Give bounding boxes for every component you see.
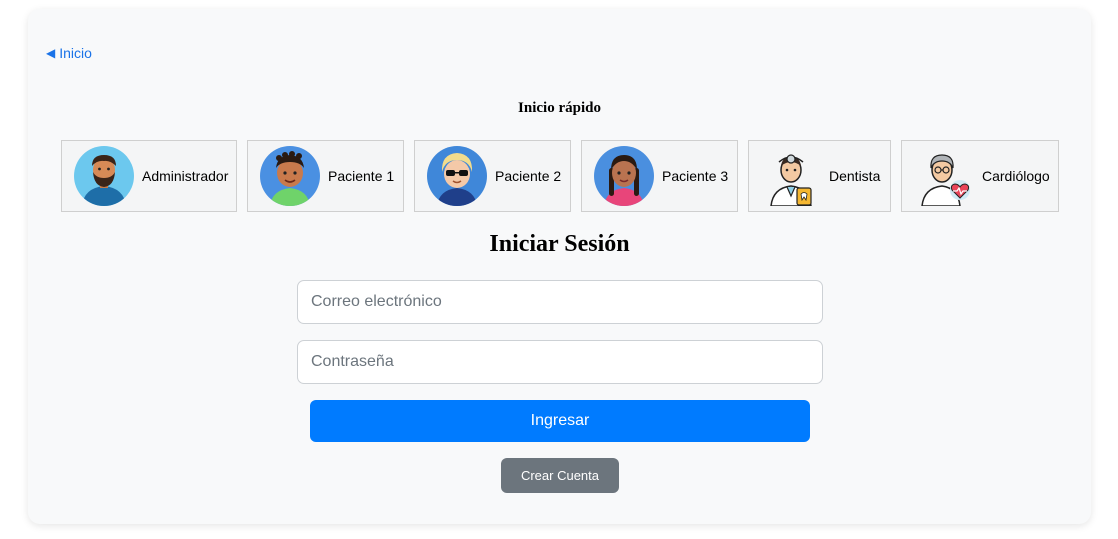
email-field[interactable] [297, 280, 823, 324]
cardiologist-avatar-icon [914, 146, 974, 206]
profile-card-cardiologist[interactable]: Cardiólogo [901, 140, 1059, 212]
dentist-avatar-icon [761, 146, 821, 206]
login-card: ◀ Inicio Inicio rápido Administrador Pac… [28, 9, 1091, 524]
profile-card-patient-1[interactable]: Paciente 1 [247, 140, 404, 212]
profile-label: Dentista [829, 168, 881, 184]
password-field[interactable] [297, 340, 823, 384]
back-link-label: Inicio [59, 45, 92, 61]
profile-label: Paciente 1 [328, 168, 395, 184]
patient-1-avatar-icon [260, 146, 320, 206]
profile-label: Administrador [142, 168, 229, 184]
patient-2-avatar-icon [427, 146, 487, 206]
profile-card-patient-3[interactable]: Paciente 3 [581, 140, 738, 212]
login-button[interactable]: Ingresar [310, 400, 810, 442]
profile-card-dentist[interactable]: Dentista [748, 140, 891, 212]
back-link[interactable]: ◀ Inicio [46, 45, 92, 61]
admin-avatar-icon [74, 146, 134, 206]
profile-card-patient-2[interactable]: Paciente 2 [414, 140, 571, 212]
back-arrow-icon: ◀ [46, 46, 56, 60]
quick-login-title: Inicio rápido [518, 100, 601, 116]
patient-3-avatar-icon [594, 146, 654, 206]
login-title: Iniciar Sesión [489, 231, 630, 257]
create-account-button[interactable]: Crear Cuenta [501, 458, 619, 493]
profile-card-admin[interactable]: Administrador [61, 140, 237, 212]
profile-label: Cardiólogo [982, 168, 1050, 184]
profile-label: Paciente 2 [495, 168, 562, 184]
profile-label: Paciente 3 [662, 168, 729, 184]
